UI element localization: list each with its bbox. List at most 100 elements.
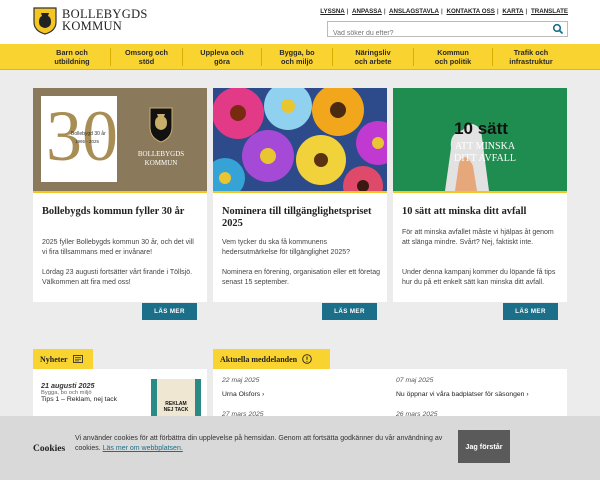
flower — [242, 130, 294, 182]
nav-omsorg-och-stod[interactable]: Omsorg och stöd — [111, 44, 182, 70]
nav-label: göra — [214, 57, 230, 66]
card-text: Vem tycker du ska få kommunens hedersutm… — [222, 239, 351, 256]
separator: | — [525, 8, 528, 15]
card-text: Under denna kampanj kommer du löpande få… — [402, 269, 556, 286]
card-title[interactable]: Nominera till tillgänglighetspriset 2025 — [222, 206, 380, 230]
link-kontakta-oss[interactable]: KONTAKTA OSS — [446, 8, 494, 15]
flowers-illustration — [213, 88, 387, 191]
card-text: För att minska avfallet måste vi hjälpas… — [402, 229, 554, 246]
anniversary-caption-line2: 1995 - 2025 — [75, 139, 100, 144]
cookie-text: Vi använder cookies för att förbättra di… — [75, 434, 450, 454]
logo-line-2: KOMMUN — [62, 19, 123, 33]
top-links: LYSSNA | ANPASSA | ANSLAGSTAVLA | KONTAKTA … — [320, 8, 568, 15]
nav-label: och miljö — [280, 57, 314, 66]
main-nav: Barn och utbildning Omsorg och stöd Upplev… — [0, 44, 600, 70]
cookie-accept-button[interactable]: Jag förstår — [458, 430, 510, 463]
cookie-title: Cookies — [33, 444, 66, 454]
newspaper-icon — [72, 355, 83, 363]
tab-label: Aktuella meddelanden — [220, 354, 298, 364]
tab-aktuella-meddelanden[interactable]: Aktuella meddelanden — [213, 349, 330, 369]
avfall-illustration: 10 sätt ATT MINSKA DITT AVFALL — [393, 88, 567, 191]
news-thumbnail: REKLAM NEJ TACK — [151, 379, 201, 416]
nav-label: utbildning — [54, 57, 90, 66]
anniversary-illustration: 30 Bollebygd 30 år 1995 - 2025 BOLLEBYGD… — [33, 88, 207, 191]
card-accent-bar — [213, 191, 387, 193]
card-image-flowers — [213, 88, 387, 191]
logo-text: BOLLEBYGDS KOMMUN — [62, 8, 148, 33]
card-image-anniversary: 30 Bollebygd 30 år 1995 - 2025 BOLLEBYGD… — [33, 88, 207, 191]
nav-uppleva-och-gora[interactable]: Uppleva och göra — [183, 44, 261, 70]
tab-nyheter[interactable]: Nyheter — [33, 349, 93, 369]
chevron-right-icon: › — [526, 391, 529, 398]
news-item[interactable]: 21 augusti 2025 Bygga, bo och miljö Tips… — [41, 381, 117, 403]
card-accent-bar — [393, 191, 567, 193]
tab-label: Nyheter — [40, 354, 68, 364]
card-text: 2025 fyller Bollebygds kommun 30 år, och… — [42, 239, 194, 256]
nav-label: Näringsliv — [355, 48, 391, 57]
card-title[interactable]: 10 sätt att minska ditt avfall — [402, 206, 560, 218]
message-text: Urna Olsfors — [222, 391, 261, 398]
coat-of-arms-icon — [33, 7, 57, 35]
separator: | — [383, 8, 386, 15]
nav-label: infrastruktur — [509, 57, 553, 66]
link-lyssna[interactable]: LYSSNA — [320, 8, 345, 15]
messages-panel: 22 maj 2025 Urna Olsfors › 07 maj 2025 N… — [213, 369, 567, 418]
flower — [213, 88, 264, 139]
nav-kommun-och-politik[interactable]: Kommun och politik — [414, 44, 492, 70]
message-text: Nu öppnar vi våra badplatser för säsonge… — [396, 391, 525, 398]
card-text: Lördag 23 augusti fortsätter vårt firand… — [42, 269, 193, 286]
anniversary-caption-line1: Bollebygd 30 år — [71, 130, 106, 137]
chevron-right-icon: › — [262, 391, 265, 398]
read-more-button[interactable]: LÄS MER — [142, 303, 197, 320]
news-title[interactable]: Tips 1 – Reklam, nej tack — [41, 396, 117, 403]
message-date: 22 maj 2025 — [222, 377, 260, 384]
nav-label: Bygga, bo — [279, 48, 315, 57]
nav-label: Omsorg och — [125, 48, 168, 57]
nav-label: och politik — [434, 57, 472, 66]
avfall-subline-2: DITT AVFALL — [454, 153, 516, 164]
search-icon[interactable] — [552, 23, 564, 35]
avfall-headline: 10 sätt — [454, 119, 508, 138]
thumbnail-line: NEJ TACK — [163, 407, 189, 413]
cookie-banner: Cookies Vi använder cookies för att förb… — [0, 416, 600, 480]
nav-bygga-bo-och-miljo[interactable]: Bygga, bo och miljö — [262, 44, 332, 70]
separator: | — [346, 8, 349, 15]
card-text: Nominera en förening, organisation eller… — [222, 269, 380, 286]
separator: | — [496, 8, 499, 15]
card-image-avfall: 10 sätt ATT MINSKA DITT AVFALL — [393, 88, 567, 191]
cookie-read-more-link[interactable]: Läs mer om webbplatsen. — [103, 445, 183, 452]
link-anslagstavla[interactable]: ANSLAGSTAVLA — [389, 8, 439, 15]
flower — [296, 135, 346, 185]
search-box — [327, 21, 568, 41]
site-logo[interactable]: BOLLEBYGDS KOMMUN — [33, 7, 147, 37]
message-item[interactable]: Nu öppnar vi våra badplatser för säsonge… — [396, 391, 529, 398]
nav-trafik-och-infrastruktur[interactable]: Trafik och infrastruktur — [493, 44, 569, 70]
nav-label: stöd — [138, 57, 155, 66]
card-title[interactable]: Bollebygds kommun fyller 30 år — [42, 206, 200, 218]
site-header: BOLLEBYGDS KOMMUN LYSSNA | ANPASSA | ANSLA… — [0, 0, 600, 44]
message-item[interactable]: Urna Olsfors › — [222, 391, 264, 398]
separator: | — [441, 8, 443, 15]
link-karta[interactable]: KARTA — [502, 8, 523, 15]
news-card-minska-avfall[interactable]: 10 sätt ATT MINSKA DITT AVFALL 10 sätt a… — [393, 88, 567, 302]
link-translate[interactable]: TRANSLATE — [531, 8, 568, 15]
card-brand-line1: BOLLEBYGDS — [138, 150, 184, 158]
thumbnail-text: REKLAM NEJ TACK — [153, 401, 199, 413]
card-accent-bar — [33, 191, 207, 193]
nav-label: Barn och — [56, 48, 88, 57]
read-more-button[interactable]: LÄS MER — [322, 303, 377, 320]
read-more-button[interactable]: LÄS MER — [503, 303, 558, 320]
avfall-subline-1: ATT MINSKA — [455, 141, 516, 152]
nav-barn-och-utbildning[interactable]: Barn och utbildning — [33, 44, 111, 70]
info-alert-icon — [302, 354, 312, 364]
nav-label: Kommun — [437, 48, 469, 57]
message-date: 07 maj 2025 — [396, 377, 434, 384]
search-input[interactable] — [328, 26, 548, 41]
news-card-30-ar[interactable]: 30 Bollebygd 30 år 1995 - 2025 BOLLEBYGD… — [33, 88, 207, 302]
news-card-tillganglighetspriset[interactable]: Nominera till tillgänglighetspriset 2025… — [213, 88, 387, 302]
nav-naringsliv-och-arbete[interactable]: Näringsliv och arbete — [333, 44, 413, 70]
news-panel: 21 augusti 2025 Bygga, bo och miljö Tips… — [33, 369, 207, 416]
nav-label: Trafik och — [513, 48, 549, 57]
nav-label: Uppleva och — [200, 48, 244, 57]
link-anpassa[interactable]: ANPASSA — [352, 8, 382, 15]
